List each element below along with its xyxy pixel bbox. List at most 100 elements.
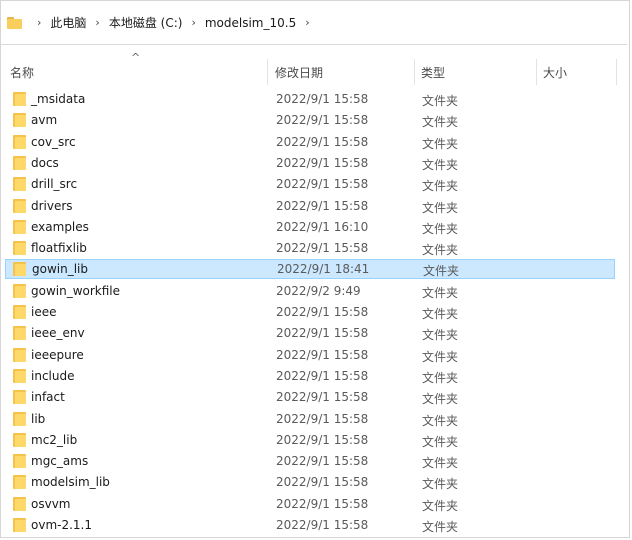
breadcrumb-this-pc[interactable]: 此电脑 xyxy=(50,14,86,31)
file-modified-date: 2022/9/1 15:58 xyxy=(276,155,369,170)
file-modified-date: 2022/9/1 15:58 xyxy=(276,326,369,341)
column-name[interactable]: 名称 xyxy=(10,64,34,81)
column-divider[interactable] xyxy=(536,59,537,85)
file-type: 文件夹 xyxy=(422,498,459,513)
file-name: ieeepure xyxy=(31,347,84,362)
folder-icon xyxy=(13,454,26,469)
file-type: 文件夹 xyxy=(422,115,459,130)
folder-icon xyxy=(13,496,26,511)
file-row[interactable]: examples 2022/9/1 16:10 文件夹 xyxy=(5,217,615,237)
file-row[interactable]: avm 2022/9/1 15:58 文件夹 xyxy=(5,110,615,130)
file-name: ieee xyxy=(31,305,57,319)
file-name: mgc_ams xyxy=(31,454,89,469)
file-name: gowin_workfile xyxy=(31,283,121,298)
file-name: docs xyxy=(31,155,59,170)
file-row[interactable]: include 2022/9/1 15:58 文件夹 xyxy=(5,366,615,386)
folder-icon xyxy=(13,241,26,256)
file-type: 文件夹 xyxy=(422,136,459,151)
folder-icon xyxy=(13,326,26,341)
file-type: 文件夹 xyxy=(422,94,459,108)
file-name: osvvm xyxy=(31,496,71,511)
column-divider[interactable] xyxy=(267,59,268,85)
folder-icon xyxy=(13,390,26,405)
file-type: 文件夹 xyxy=(422,179,459,194)
explorer-window: › 此电脑 › 本地磁盘 (C:) › modelsim_10.5 › ^ 名称… xyxy=(0,0,630,538)
file-type: 文件夹 xyxy=(422,221,459,236)
folder-icon xyxy=(13,134,26,149)
folder-icon xyxy=(13,177,26,192)
file-row[interactable]: floatfixlib 2022/9/1 15:58 文件夹 xyxy=(5,238,615,258)
file-name: floatfixlib xyxy=(31,241,87,256)
file-type: 文件夹 xyxy=(422,285,459,300)
folder-icon xyxy=(13,283,26,298)
file-modified-date: 2022/9/1 15:58 xyxy=(276,454,369,469)
folder-icon xyxy=(13,92,26,106)
file-row[interactable]: ovm-2.1.1 2022/9/1 15:58 文件夹 xyxy=(5,515,615,535)
file-row[interactable]: ieee_env 2022/9/1 15:58 文件夹 xyxy=(5,323,615,343)
file-type: 文件夹 xyxy=(422,307,459,321)
column-modified[interactable]: 修改日期 xyxy=(275,64,323,81)
file-name: mc2_lib xyxy=(31,432,78,447)
sort-ascending-icon: ^ xyxy=(131,51,141,64)
file-row[interactable]: _msidata 2022/9/1 15:58 文件夹 xyxy=(5,89,615,109)
file-modified-date: 2022/9/1 15:58 xyxy=(276,134,369,149)
file-modified-date: 2022/9/1 15:58 xyxy=(276,390,369,405)
folder-icon xyxy=(13,113,26,128)
file-type: 文件夹 xyxy=(423,264,460,279)
folder-icon xyxy=(13,518,26,532)
file-modified-date: 2022/9/1 15:58 xyxy=(276,411,369,426)
file-type: 文件夹 xyxy=(422,477,459,492)
file-modified-date: 2022/9/1 15:58 xyxy=(276,496,369,511)
address-bar[interactable]: › 此电脑 › 本地磁盘 (C:) › modelsim_10.5 › xyxy=(1,1,627,45)
file-row[interactable]: drill_src 2022/9/1 15:58 文件夹 xyxy=(5,174,615,194)
folder-icon xyxy=(13,368,26,383)
file-name: modelsim_lib xyxy=(31,475,110,490)
file-type: 文件夹 xyxy=(422,328,459,343)
file-modified-date: 2022/9/1 15:58 xyxy=(276,518,369,532)
file-type: 文件夹 xyxy=(422,370,459,385)
file-row[interactable]: ieeepure 2022/9/1 15:58 文件夹 xyxy=(5,345,615,365)
chevron-right-icon[interactable]: › xyxy=(95,16,99,29)
column-size[interactable]: 大小 xyxy=(543,64,567,81)
breadcrumb-local-disk[interactable]: 本地磁盘 (C:) xyxy=(109,14,183,31)
file-name: drill_src xyxy=(31,177,78,192)
file-row[interactable]: mgc_ams 2022/9/1 15:58 文件夹 xyxy=(5,451,615,471)
file-row[interactable]: infact 2022/9/1 15:58 文件夹 xyxy=(5,387,615,407)
file-name: drivers xyxy=(31,198,73,213)
file-row[interactable]: osvvm 2022/9/1 15:58 文件夹 xyxy=(5,494,615,514)
file-modified-date: 2022/9/1 16:10 xyxy=(276,219,369,234)
file-name: include xyxy=(31,368,75,383)
file-row[interactable]: gowin_lib 2022/9/1 18:41 文件夹 xyxy=(5,259,615,280)
file-row[interactable]: modelsim_lib 2022/9/1 15:58 文件夹 xyxy=(5,472,615,492)
file-row[interactable]: ieee 2022/9/1 15:58 文件夹 xyxy=(5,302,615,322)
folder-icon xyxy=(13,198,26,213)
file-name: gowin_lib xyxy=(32,262,88,277)
folder-icon xyxy=(13,305,26,319)
chevron-right-icon[interactable]: › xyxy=(37,16,41,29)
breadcrumb-modelsim[interactable]: modelsim_10.5 xyxy=(205,16,296,30)
file-row[interactable]: mc2_lib 2022/9/1 15:58 文件夹 xyxy=(5,430,615,450)
file-name: ieee_env xyxy=(31,326,85,341)
column-divider[interactable] xyxy=(414,59,415,85)
file-type: 文件夹 xyxy=(422,200,459,215)
file-row[interactable]: gowin_workfile 2022/9/2 9:49 文件夹 xyxy=(5,281,615,301)
file-row[interactable]: drivers 2022/9/1 15:58 文件夹 xyxy=(5,196,615,216)
folder-icon xyxy=(13,432,26,447)
file-name: infact xyxy=(31,390,65,405)
file-modified-date: 2022/9/1 18:41 xyxy=(277,262,370,277)
folder-icon xyxy=(13,262,26,277)
column-type[interactable]: 类型 xyxy=(421,64,445,81)
chevron-right-icon[interactable]: › xyxy=(305,16,309,29)
folder-icon xyxy=(13,347,26,362)
file-modified-date: 2022/9/1 15:58 xyxy=(276,305,369,319)
column-divider[interactable] xyxy=(616,59,617,85)
file-name: lib xyxy=(31,411,46,426)
file-row[interactable]: cov_src 2022/9/1 15:58 文件夹 xyxy=(5,132,615,152)
file-type: 文件夹 xyxy=(422,349,459,364)
chevron-right-icon[interactable]: › xyxy=(191,16,195,29)
file-modified-date: 2022/9/1 15:58 xyxy=(276,92,369,106)
file-row[interactable]: docs 2022/9/1 15:58 文件夹 xyxy=(5,153,615,173)
file-modified-date: 2022/9/1 15:58 xyxy=(276,113,369,128)
file-type: 文件夹 xyxy=(422,520,459,534)
file-row[interactable]: lib 2022/9/1 15:58 文件夹 xyxy=(5,409,615,429)
